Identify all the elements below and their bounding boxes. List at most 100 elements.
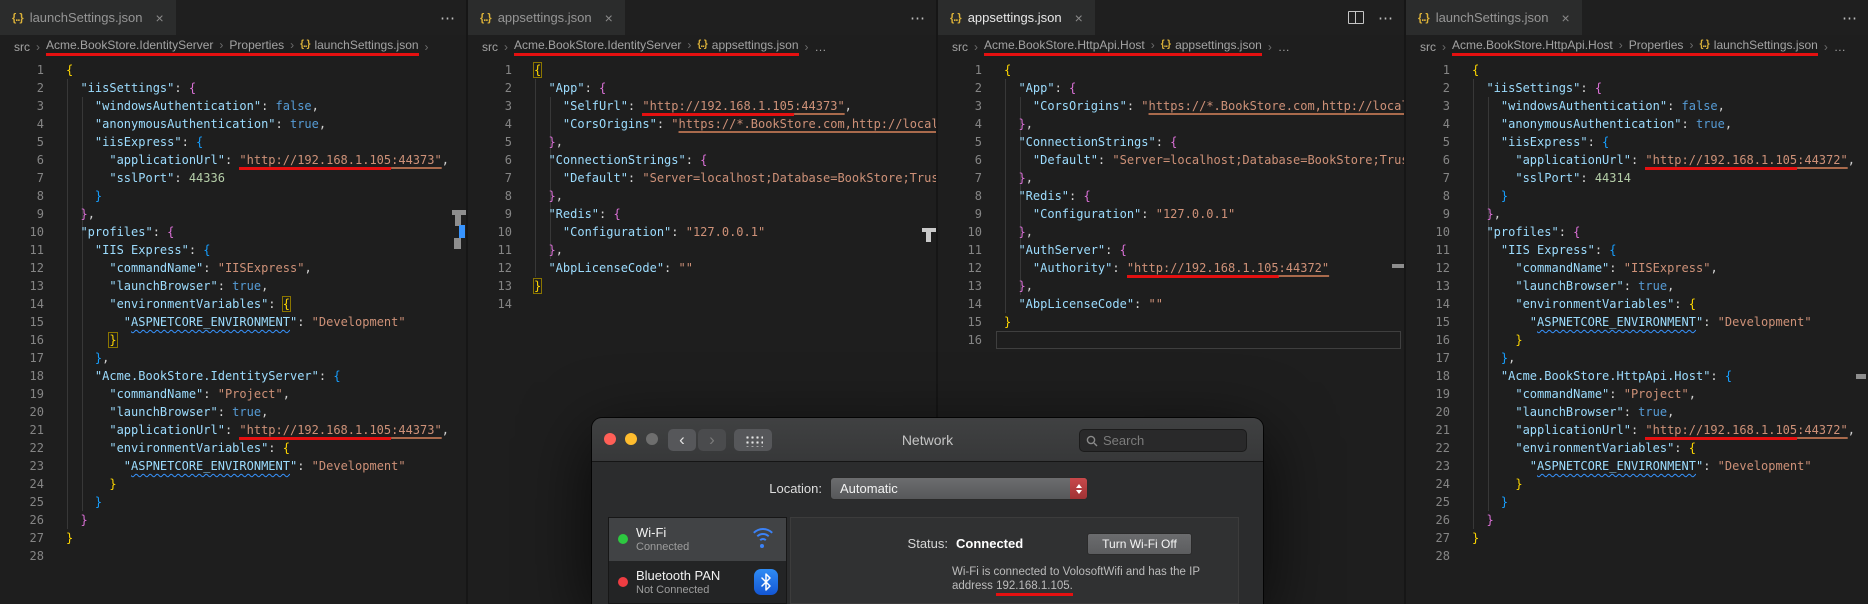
- breadcrumb-item[interactable]: …: [1278, 40, 1290, 54]
- breadcrumb-item[interactable]: Acme.BookStore.IdentityServer: [514, 38, 681, 52]
- back-button[interactable]: ‹: [668, 429, 696, 451]
- code-line[interactable]: 3 "windowsAuthentication": false,: [1406, 97, 1868, 115]
- breadcrumb[interactable]: src › Acme.BookStore.IdentityServer › {..} ap…: [468, 35, 936, 58]
- code-line[interactable]: 9 },: [0, 205, 466, 223]
- code-line[interactable]: 7 "Default": "Server=localhost;Database=…: [468, 169, 936, 187]
- dialog-titlebar[interactable]: Network ‹ › Search: [592, 418, 1263, 462]
- tab-appsettings.json[interactable]: {..} appsettings.json ×: [938, 0, 1095, 35]
- location-dropdown[interactable]: Automatic: [830, 477, 1088, 500]
- code-line[interactable]: 4 "CorsOrigins": "https://*.BookStore.co…: [468, 115, 936, 133]
- code-line[interactable]: 15 "ASPNETCORE_ENVIRONMENT": "Developmen…: [1406, 313, 1868, 331]
- code-line[interactable]: 5 "iisExpress": {: [1406, 133, 1868, 151]
- show-all-button[interactable]: [734, 429, 772, 451]
- code-line[interactable]: 16 }: [1406, 331, 1868, 349]
- tab-close-icon[interactable]: ×: [155, 10, 163, 26]
- code-line[interactable]: 11 "IIS Express": {: [1406, 241, 1868, 259]
- code-line[interactable]: 15 "ASPNETCORE_ENVIRONMENT": "Developmen…: [0, 313, 466, 331]
- code-line[interactable]: 16 }: [0, 331, 466, 349]
- code-line[interactable]: 26 }: [0, 511, 466, 529]
- forward-button[interactable]: ›: [698, 429, 726, 451]
- more-actions-icon[interactable]: ⋯: [1842, 9, 1858, 27]
- more-actions-icon[interactable]: ⋯: [910, 9, 926, 27]
- code-line[interactable]: 6 "applicationUrl": "http://192.168.1.10…: [1406, 151, 1868, 170]
- code-line[interactable]: 11 "IIS Express": {: [0, 241, 466, 259]
- code-line[interactable]: 11 "AuthServer": {: [938, 241, 1404, 259]
- breadcrumb-item[interactable]: …: [1834, 40, 1846, 54]
- code-line[interactable]: 7 },: [938, 169, 1404, 187]
- breadcrumb-item[interactable]: Acme.BookStore.IdentityServer: [46, 38, 213, 52]
- breadcrumb[interactable]: src › Acme.BookStore.HttpApi.Host › Properti…: [1406, 35, 1868, 58]
- code-editor[interactable]: 1{2 "iisSettings": {3 "windowsAuthentica…: [0, 58, 466, 604]
- code-line[interactable]: 20 "launchBrowser": true,: [0, 403, 466, 421]
- search-field[interactable]: Search: [1079, 429, 1247, 452]
- code-line[interactable]: 7 "sslPort": 44314: [1406, 169, 1868, 187]
- code-line[interactable]: 27}: [0, 529, 466, 547]
- code-line[interactable]: 9 "Configuration": "127.0.0.1": [938, 205, 1404, 223]
- code-line[interactable]: 10 "profiles": {: [0, 223, 466, 241]
- code-line[interactable]: 14 "environmentVariables": {: [0, 295, 466, 313]
- service-row-wi-fi[interactable]: Wi-Fi Connected: [609, 518, 786, 561]
- code-line[interactable]: 6 "applicationUrl": "http://192.168.1.10…: [0, 151, 466, 170]
- code-line[interactable]: 14 "environmentVariables": {: [1406, 295, 1868, 313]
- code-line[interactable]: 13 "launchBrowser": true,: [1406, 277, 1868, 295]
- breadcrumb-item[interactable]: Acme.BookStore.HttpApi.Host: [984, 38, 1145, 52]
- code-line[interactable]: 21 "applicationUrl": "http://192.168.1.1…: [0, 421, 466, 440]
- code-line[interactable]: 12 "commandName": "IISExpress",: [1406, 259, 1868, 277]
- code-line[interactable]: 28: [1406, 547, 1868, 565]
- code-line[interactable]: 3 "CorsOrigins": "https://*.BookStore.co…: [938, 97, 1404, 115]
- tab-appsettings.json[interactable]: {..} appsettings.json ×: [468, 0, 625, 35]
- code-line[interactable]: 25 }: [0, 493, 466, 511]
- code-line[interactable]: 1{: [0, 61, 466, 79]
- code-line[interactable]: 1{: [468, 61, 936, 79]
- breadcrumb-item[interactable]: Acme.BookStore.HttpApi.Host: [1452, 38, 1613, 52]
- code-line[interactable]: 23 "ASPNETCORE_ENVIRONMENT": "Developmen…: [0, 457, 466, 475]
- code-line[interactable]: 10 },: [938, 223, 1404, 241]
- breadcrumb[interactable]: src › Acme.BookStore.HttpApi.Host › {..} apps…: [938, 35, 1404, 58]
- code-line[interactable]: 24 }: [1406, 475, 1868, 493]
- breadcrumb-item[interactable]: Properties: [1629, 38, 1684, 52]
- tab-launchSettings.json[interactable]: {..} launchSettings.json ×: [0, 0, 176, 35]
- code-line[interactable]: 1{: [1406, 61, 1868, 79]
- service-row-bluetooth-pan[interactable]: Bluetooth PAN Not Connected: [609, 561, 786, 604]
- code-line[interactable]: 12 "commandName": "IISExpress",: [0, 259, 466, 277]
- code-line[interactable]: 4 },: [938, 115, 1404, 133]
- more-actions-icon[interactable]: ⋯: [1378, 9, 1394, 27]
- code-line[interactable]: 2 "App": {: [938, 79, 1404, 97]
- code-line[interactable]: 1{: [938, 61, 1404, 79]
- code-line[interactable]: 26 }: [1406, 511, 1868, 529]
- tab-launchSettings.json[interactable]: {..} launchSettings.json ×: [1406, 0, 1582, 35]
- code-line[interactable]: 13 "launchBrowser": true,: [0, 277, 466, 295]
- code-line[interactable]: 11 },: [468, 241, 936, 259]
- breadcrumb-item[interactable]: …: [815, 40, 827, 54]
- code-line[interactable]: 10 "profiles": {: [1406, 223, 1868, 241]
- code-line[interactable]: 5 },: [468, 133, 936, 151]
- tab-close-icon[interactable]: ×: [1075, 10, 1083, 26]
- code-line[interactable]: 12 "AbpLicenseCode": "": [468, 259, 936, 277]
- code-line[interactable]: 17 },: [1406, 349, 1868, 367]
- code-line[interactable]: 20 "launchBrowser": true,: [1406, 403, 1868, 421]
- split-editor-icon[interactable]: [1348, 11, 1364, 24]
- code-line[interactable]: 6 "Default": "Server=localhost;Database=…: [938, 151, 1404, 169]
- code-line[interactable]: 10 "Configuration": "127.0.0.1": [468, 223, 936, 241]
- more-actions-icon[interactable]: ⋯: [440, 9, 456, 27]
- code-line[interactable]: 18 "Acme.BookStore.IdentityServer": {: [0, 367, 466, 385]
- code-line[interactable]: 14: [468, 295, 936, 313]
- code-line[interactable]: 5 "ConnectionStrings": {: [938, 133, 1404, 151]
- code-line[interactable]: 24 }: [0, 475, 466, 493]
- code-line[interactable]: 2 "iisSettings": {: [1406, 79, 1868, 97]
- breadcrumb-item[interactable]: src: [952, 40, 968, 54]
- turn-wifi-off-button[interactable]: Turn Wi-Fi Off: [1087, 533, 1192, 555]
- code-line[interactable]: 9 },: [1406, 205, 1868, 223]
- breadcrumb[interactable]: src › Acme.BookStore.IdentityServer › Proper…: [0, 35, 466, 58]
- code-line[interactable]: 19 "commandName": "Project",: [0, 385, 466, 403]
- code-line[interactable]: 7 "sslPort": 44336: [0, 169, 466, 187]
- code-line[interactable]: 9 "Redis": {: [468, 205, 936, 223]
- breadcrumb-item[interactable]: appsettings.json: [712, 38, 799, 52]
- breadcrumb-item[interactable]: src: [14, 40, 30, 54]
- code-line[interactable]: 3 "SelfUrl": "http://192.168.1.105:44373…: [468, 97, 936, 116]
- code-line[interactable]: 6 "ConnectionStrings": {: [468, 151, 936, 169]
- code-line[interactable]: 14 "AbpLicenseCode": "": [938, 295, 1404, 313]
- code-line[interactable]: 16: [938, 331, 1404, 349]
- code-line[interactable]: 22 "environmentVariables": {: [0, 439, 466, 457]
- code-line[interactable]: 13 },: [938, 277, 1404, 295]
